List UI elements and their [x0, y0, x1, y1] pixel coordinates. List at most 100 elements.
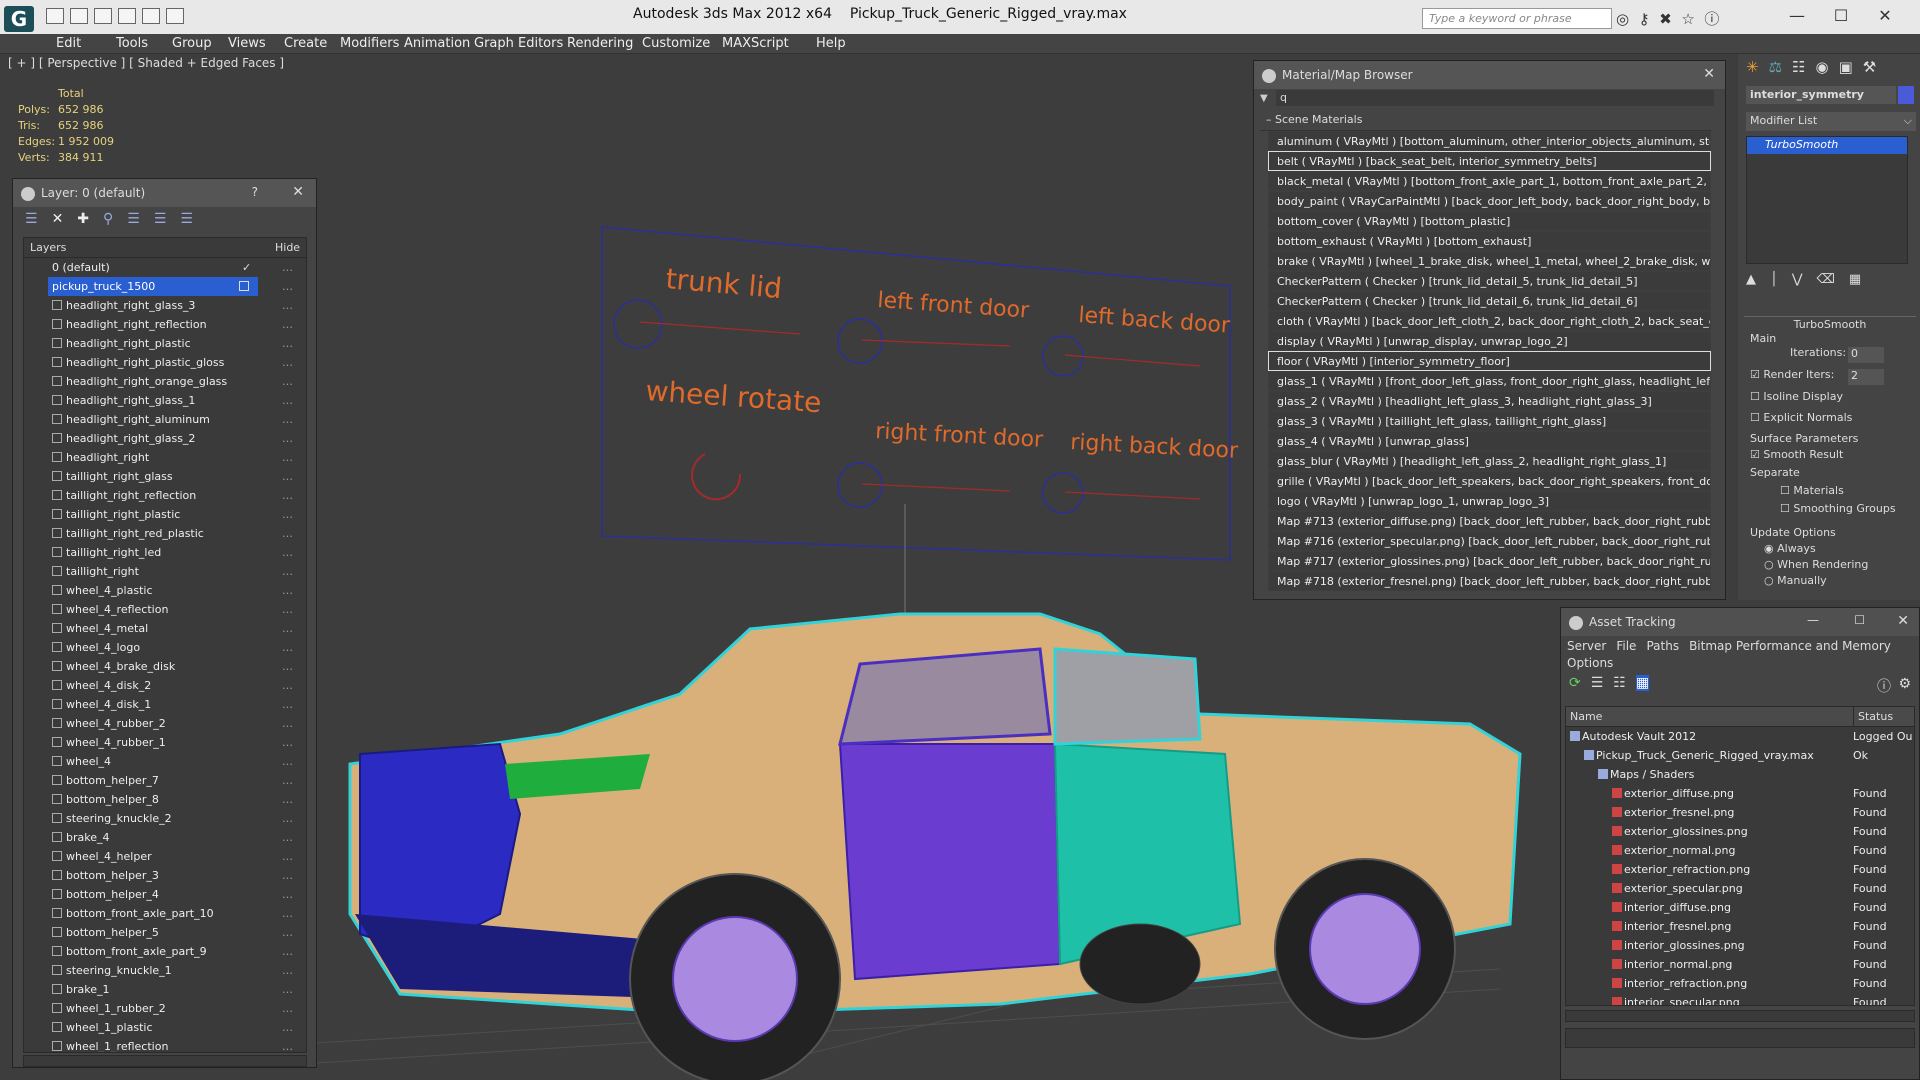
hide-toggle[interactable]: …	[282, 904, 293, 923]
hide-toggle[interactable]: …	[282, 866, 293, 885]
layer-object-row[interactable]: wheel_4_logo…	[24, 638, 306, 657]
maximize-icon[interactable]: ☐	[1854, 613, 1865, 627]
horizontal-scrollbar[interactable]	[23, 1055, 307, 1067]
material-item[interactable]: Map #718 (exterior_fresnel.png) [back_do…	[1268, 571, 1711, 591]
hide-toggle[interactable]: …	[282, 543, 293, 562]
asset-row[interactable]: Pickup_Truck_Generic_Rigged_vray.max Ok	[1566, 746, 1914, 765]
hide-toggle[interactable]: …	[282, 771, 293, 790]
when-rendering-radio[interactable]: ○	[1764, 558, 1774, 571]
material-item[interactable]: brake ( VRayMtl ) [wheel_1_brake_disk, w…	[1268, 251, 1711, 271]
hide-toggle[interactable]: …	[282, 695, 293, 714]
hide-toggle[interactable]: …	[282, 676, 293, 695]
object-name-field[interactable]: interior_symmetry	[1746, 86, 1896, 104]
hide-toggle[interactable]: …	[282, 1018, 293, 1037]
material-item[interactable]: bottom_exhaust ( VRayMtl ) [bottom_exhau…	[1268, 231, 1711, 251]
layer-object-row[interactable]: bottom_helper_3…	[24, 866, 306, 885]
make-unique-icon[interactable]: ⋁	[1792, 272, 1803, 287]
material-item[interactable]: floor ( VRayMtl ) [interior_symmetry_flo…	[1268, 351, 1711, 371]
asset-row[interactable]: interior_fresnel.png Found	[1566, 917, 1914, 936]
layer-object-row[interactable]: taillight_right_glass…	[24, 467, 306, 486]
smoothing-groups-checkbox[interactable]: ☐	[1780, 502, 1790, 515]
layer-object-row[interactable]: steering_knuckle_1…	[24, 961, 306, 980]
menu-tools[interactable]: Tools	[116, 34, 172, 53]
asset-row[interactable]: interior_refraction.png Found	[1566, 974, 1914, 993]
layer-row-default[interactable]: 0 (default) ✓…	[24, 258, 306, 277]
asset-row[interactable]: interior_diffuse.png Found	[1566, 898, 1914, 917]
hide-toggle[interactable]: …	[282, 638, 293, 657]
layer-object-row[interactable]: brake_1…	[24, 980, 306, 999]
always-radio[interactable]: ◉	[1764, 542, 1774, 555]
project-folder-icon[interactable]	[166, 8, 184, 24]
binoculars-icon[interactable]: ◎	[1616, 10, 1629, 28]
highlight-layer-icon[interactable]: ☰	[127, 211, 140, 227]
modifier-stack[interactable]: TurboSmooth	[1746, 136, 1908, 264]
hide-toggle[interactable]: …	[282, 277, 293, 296]
layer-object-row[interactable]: wheel_4_disk_2…	[24, 676, 306, 695]
material-item[interactable]: black_metal ( VRayMtl ) [bottom_front_ax…	[1268, 171, 1711, 191]
minimize-icon[interactable]: —	[1807, 613, 1819, 627]
layer-object-row[interactable]: headlight_right_reflection…	[24, 315, 306, 334]
search-input[interactable]: Type a keyword or phrase	[1422, 8, 1612, 29]
utilities-tab-icon[interactable]: ⚒	[1863, 58, 1876, 76]
close-icon[interactable]: ✕	[292, 184, 304, 200]
close-icon[interactable]: ✕	[1897, 613, 1909, 629]
material-item[interactable]: Map #716 (exterior_specular.png) [back_d…	[1268, 531, 1711, 551]
close-icon[interactable]: ✕	[1863, 6, 1907, 25]
isoline-checkbox[interactable]: ☐	[1750, 390, 1760, 403]
hide-toggle[interactable]: …	[282, 714, 293, 733]
material-item[interactable]: aluminum ( VRayMtl ) [bottom_aluminum, o…	[1268, 131, 1711, 151]
hide-toggle[interactable]: …	[282, 885, 293, 904]
open-file-icon[interactable]	[70, 8, 88, 24]
layer-object-row[interactable]: wheel_4_disk_1…	[24, 695, 306, 714]
exchange-icon[interactable]: ✖	[1659, 10, 1672, 28]
hide-toggle[interactable]: …	[282, 429, 293, 448]
layer-object-row[interactable]: wheel_4_helper…	[24, 847, 306, 866]
minimize-icon[interactable]: —	[1775, 6, 1819, 25]
layer-object-row[interactable]: wheel_1_rubber_2…	[24, 999, 306, 1018]
hide-toggle[interactable]: …	[282, 448, 293, 467]
stack-item-turbosmooth[interactable]: TurboSmooth	[1747, 137, 1907, 154]
layer-object-row[interactable]: bottom_front_axle_part_10…	[24, 904, 306, 923]
material-item[interactable]: CheckerPattern ( Checker ) [trunk_lid_de…	[1268, 291, 1711, 311]
material-item[interactable]: glass_1 ( VRayMtl ) [front_door_left_gla…	[1268, 371, 1711, 391]
material-item[interactable]: glass_2 ( VRayMtl ) [headlight_left_glas…	[1268, 391, 1711, 411]
add-to-layer-icon[interactable]: ✚	[77, 211, 89, 227]
hide-toggle[interactable]: …	[282, 828, 293, 847]
modifier-list-dropdown[interactable]: Modifier List ⌵	[1746, 112, 1916, 131]
hide-toggle[interactable]: …	[282, 372, 293, 391]
layer-object-row[interactable]: steering_knuckle_2…	[24, 809, 306, 828]
delete-layer-icon[interactable]: ✕	[52, 211, 64, 227]
hide-toggle[interactable]: …	[282, 505, 293, 524]
hide-toggle[interactable]: …	[282, 334, 293, 353]
hide-toggle[interactable]: …	[282, 524, 293, 543]
menu-options[interactable]: Options	[1567, 656, 1613, 670]
render-iters-spinner[interactable]: 2	[1848, 369, 1884, 385]
layer-object-row[interactable]: headlight_right_plastic…	[24, 334, 306, 353]
layer-object-row[interactable]: wheel_4_rubber_2…	[24, 714, 306, 733]
create-tab-icon[interactable]: ✳	[1746, 58, 1759, 76]
smooth-result-checkbox[interactable]: ☑	[1750, 448, 1760, 461]
layer-object-row[interactable]: bottom_helper_5…	[24, 923, 306, 942]
layer-object-row[interactable]: taillight_right_reflection…	[24, 486, 306, 505]
hide-all-layers-icon[interactable]: ☰	[154, 211, 167, 227]
hierarchy-tab-icon[interactable]: ☷	[1792, 58, 1805, 76]
help-icon[interactable]: ⓘ	[1704, 10, 1719, 28]
material-item[interactable]: glass_4 ( VRayMtl ) [unwrap_glass]	[1268, 431, 1711, 451]
manually-radio[interactable]: ○	[1764, 574, 1774, 587]
hide-toggle[interactable]: …	[282, 296, 293, 315]
table-view-icon[interactable]: ▦	[1635, 675, 1650, 691]
material-item[interactable]: display ( VRayMtl ) [unwrap_display, unw…	[1268, 331, 1711, 351]
layer-object-row[interactable]: taillight_right_red_plastic…	[24, 524, 306, 543]
layer-object-row[interactable]: wheel_1_reflection…	[24, 1037, 306, 1052]
menu-group[interactable]: Group	[172, 34, 228, 53]
menu-modifiers[interactable]: Modifiers	[340, 34, 404, 53]
hide-toggle[interactable]: …	[282, 486, 293, 505]
asset-row[interactable]: interior_glossines.png Found	[1566, 936, 1914, 955]
layer-object-row[interactable]: brake_4…	[24, 828, 306, 847]
material-item[interactable]: glass_blur ( VRayMtl ) [headlight_left_g…	[1268, 451, 1711, 471]
menu-animation[interactable]: Animation	[404, 34, 474, 53]
refresh-icon[interactable]: ⟳	[1569, 675, 1581, 691]
hide-toggle[interactable]: …	[282, 790, 293, 809]
menu-views[interactable]: Views	[228, 34, 284, 53]
layer-object-row[interactable]: headlight_right_plastic_gloss…	[24, 353, 306, 372]
